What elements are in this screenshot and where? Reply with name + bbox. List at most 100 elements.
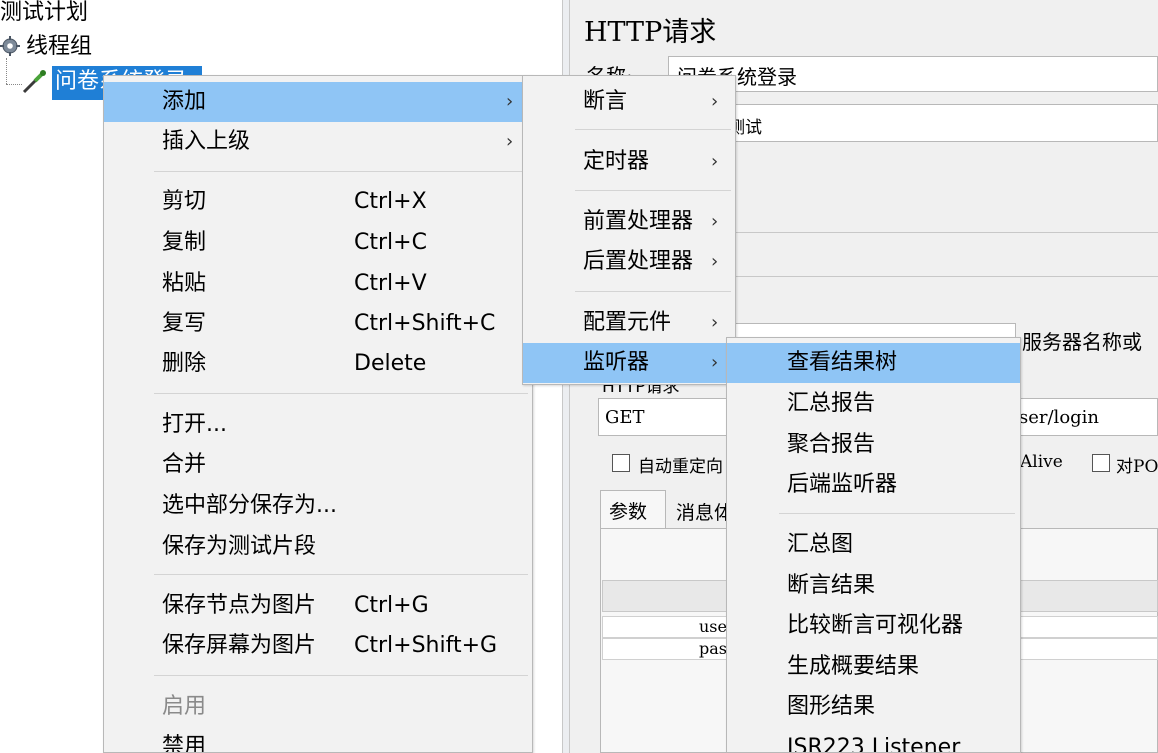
chevron-right-icon: › (711, 312, 719, 333)
redirect-label: 自动重定向 (638, 457, 723, 477)
tab-parameters[interactable]: 参数 (600, 490, 666, 528)
page-title: HTTP请求 (584, 17, 717, 48)
menu-item-save-screen-image[interactable]: 保存屏幕为图片 Ctrl+Shift+G (104, 626, 532, 666)
menu-item-listener[interactable]: 监听器 › (523, 343, 735, 383)
menu-item-assertion[interactable]: 断言 › (523, 82, 735, 122)
menu-item-label: 后置处理器 (583, 249, 694, 274)
listener-submenu: 查看结果树 汇总报告 聚合报告 后端监听器 汇总图 断言结果 比较断言可视化器 … (726, 337, 1021, 753)
menu-item-cut[interactable]: 剪切 Ctrl+X (104, 182, 532, 222)
chevron-right-icon: › (506, 91, 514, 112)
menu-item-save-selection[interactable]: 选中部分保存为... (104, 486, 532, 526)
chevron-right-icon: › (711, 151, 719, 172)
menu-item-label: 保存屏幕为图片 (162, 633, 317, 658)
menu-separator (575, 190, 731, 191)
menu-item-pre-processor[interactable]: 前置处理器 › (523, 202, 735, 242)
menu-item-save-node-image[interactable]: 保存节点为图片 Ctrl+G (104, 586, 532, 626)
menu-item-label: 合并 (162, 452, 207, 477)
tree-node-thread-group[interactable]: 线程组 (26, 34, 92, 60)
post-multipart-checkbox[interactable] (1092, 454, 1110, 472)
menu-item-label: 生成概要结果 (787, 654, 920, 679)
menu-item-label: 复写 (162, 311, 207, 336)
divider (700, 232, 1158, 233)
menu-item-disable[interactable]: 禁用 (104, 727, 532, 753)
menu-separator (575, 291, 731, 292)
pipette-icon (22, 70, 46, 94)
menu-item-view-results-tree[interactable]: 查看结果树 (727, 343, 1020, 383)
chevron-right-icon: › (711, 91, 719, 112)
menu-item-label: 查看结果树 (787, 350, 898, 375)
menu-item-generate-summary[interactable]: 生成概要结果 (727, 647, 1020, 687)
menu-item-insert-parent[interactable]: 插入上级 › (104, 122, 532, 162)
name-field[interactable]: 问卷系统登录 (668, 56, 1158, 92)
server-name-label: 服务器名称或 (1022, 330, 1142, 354)
menu-item-label: 复制 (162, 230, 207, 255)
menu-item-label: 监听器 (583, 350, 650, 375)
menu-item-label: 选中部分保存为... (162, 493, 337, 518)
tree-node-test-plan[interactable]: 测试计划 (0, 0, 88, 26)
menu-item-shortcut: Ctrl+G (354, 593, 429, 618)
menu-item-shortcut: Delete (354, 351, 427, 376)
menu-item-label: 剪切 (162, 189, 207, 214)
menu-item-label: 添加 (162, 89, 207, 114)
menu-item-aggregate-graph[interactable]: 汇总图 (727, 525, 1020, 565)
menu-item-label: 定时器 (583, 149, 650, 174)
menu-separator (154, 393, 528, 394)
menu-item-label: 后端监听器 (787, 472, 898, 497)
menu-item-label: JSR223 Listener (787, 735, 961, 753)
menu-item-label: 汇总报告 (787, 391, 876, 416)
menu-item-shortcut: Ctrl+Shift+C (354, 311, 496, 336)
menu-item-label: 打开... (162, 412, 227, 437)
menu-item-merge[interactable]: 合并 (104, 445, 532, 485)
menu-item-timer[interactable]: 定时器 › (523, 142, 735, 182)
method-select[interactable]: GET (598, 398, 728, 436)
menu-item-label: 断言结果 (787, 573, 876, 598)
menu-item-copy[interactable]: 复制 Ctrl+C (104, 223, 532, 263)
menu-item-backend-listener[interactable]: 后端监听器 (727, 465, 1020, 505)
menu-item-config-element[interactable]: 配置元件 › (523, 303, 735, 343)
tree-connector (6, 58, 7, 84)
menu-item-shortcut: Ctrl+Shift+G (354, 633, 498, 658)
menu-item-graph-results[interactable]: 图形结果 (727, 687, 1020, 727)
menu-item-enable: 启用 (104, 687, 532, 727)
menu-item-label: 插入上级 (162, 129, 251, 154)
menu-item-delete[interactable]: 删除 Delete (104, 344, 532, 384)
menu-item-label: 汇总图 (787, 532, 854, 557)
comment-field[interactable]: 口性能测试 (668, 104, 1158, 142)
menu-item-open[interactable]: 打开... (104, 405, 532, 445)
menu-item-post-processor[interactable]: 后置处理器 › (523, 242, 735, 282)
chevron-right-icon: › (711, 251, 719, 272)
menu-item-compare-assertion-visualizer[interactable]: 比较断言可视化器 (727, 606, 1020, 646)
menu-item-label: 断言 (583, 89, 628, 114)
menu-separator (154, 171, 528, 172)
menu-item-summary-report[interactable]: 汇总报告 (727, 384, 1020, 424)
chevron-right-icon: › (506, 131, 514, 152)
chevron-right-icon: › (711, 211, 719, 232)
chevron-right-icon: › (711, 352, 719, 373)
path-field[interactable]: ser/login (1014, 398, 1158, 436)
menu-item-aggregate-report[interactable]: 聚合报告 (727, 425, 1020, 465)
tab-body-data[interactable]: 消息体 (668, 494, 730, 528)
menu-item-label: 删除 (162, 351, 207, 376)
menu-item-add[interactable]: 添加 › (104, 82, 532, 122)
menu-item-shortcut: Ctrl+C (354, 230, 427, 255)
menu-separator (154, 675, 528, 676)
menu-item-shortcut: Ctrl+V (354, 271, 427, 296)
menu-item-paste[interactable]: 粘贴 Ctrl+V (104, 264, 532, 304)
menu-item-label: 启用 (162, 694, 207, 719)
menu-item-label: 禁用 (162, 734, 207, 753)
context-menu: 添加 › 插入上级 › 剪切 Ctrl+X 复制 Ctrl+C 粘贴 Ctrl+… (103, 75, 533, 753)
menu-item-save-fragment[interactable]: 保存为测试片段 (104, 527, 532, 567)
menu-item-label: 配置元件 (583, 310, 672, 335)
menu-separator (575, 129, 731, 130)
redirect-checkbox[interactable] (612, 454, 630, 472)
menu-item-label: 图形结果 (787, 694, 876, 719)
menu-item-label: 粘贴 (162, 271, 207, 296)
menu-item-shortcut: Ctrl+X (354, 189, 427, 214)
keepalive-label: Alive (1020, 452, 1063, 472)
menu-item-duplicate[interactable]: 复写 Ctrl+Shift+C (104, 304, 532, 344)
menu-item-assertion-results[interactable]: 断言结果 (727, 566, 1020, 606)
menu-separator (779, 513, 1015, 514)
menu-item-label: 前置处理器 (583, 209, 694, 234)
menu-item-jsr223-listener[interactable]: JSR223 Listener (727, 728, 1020, 753)
menu-separator (154, 574, 528, 575)
